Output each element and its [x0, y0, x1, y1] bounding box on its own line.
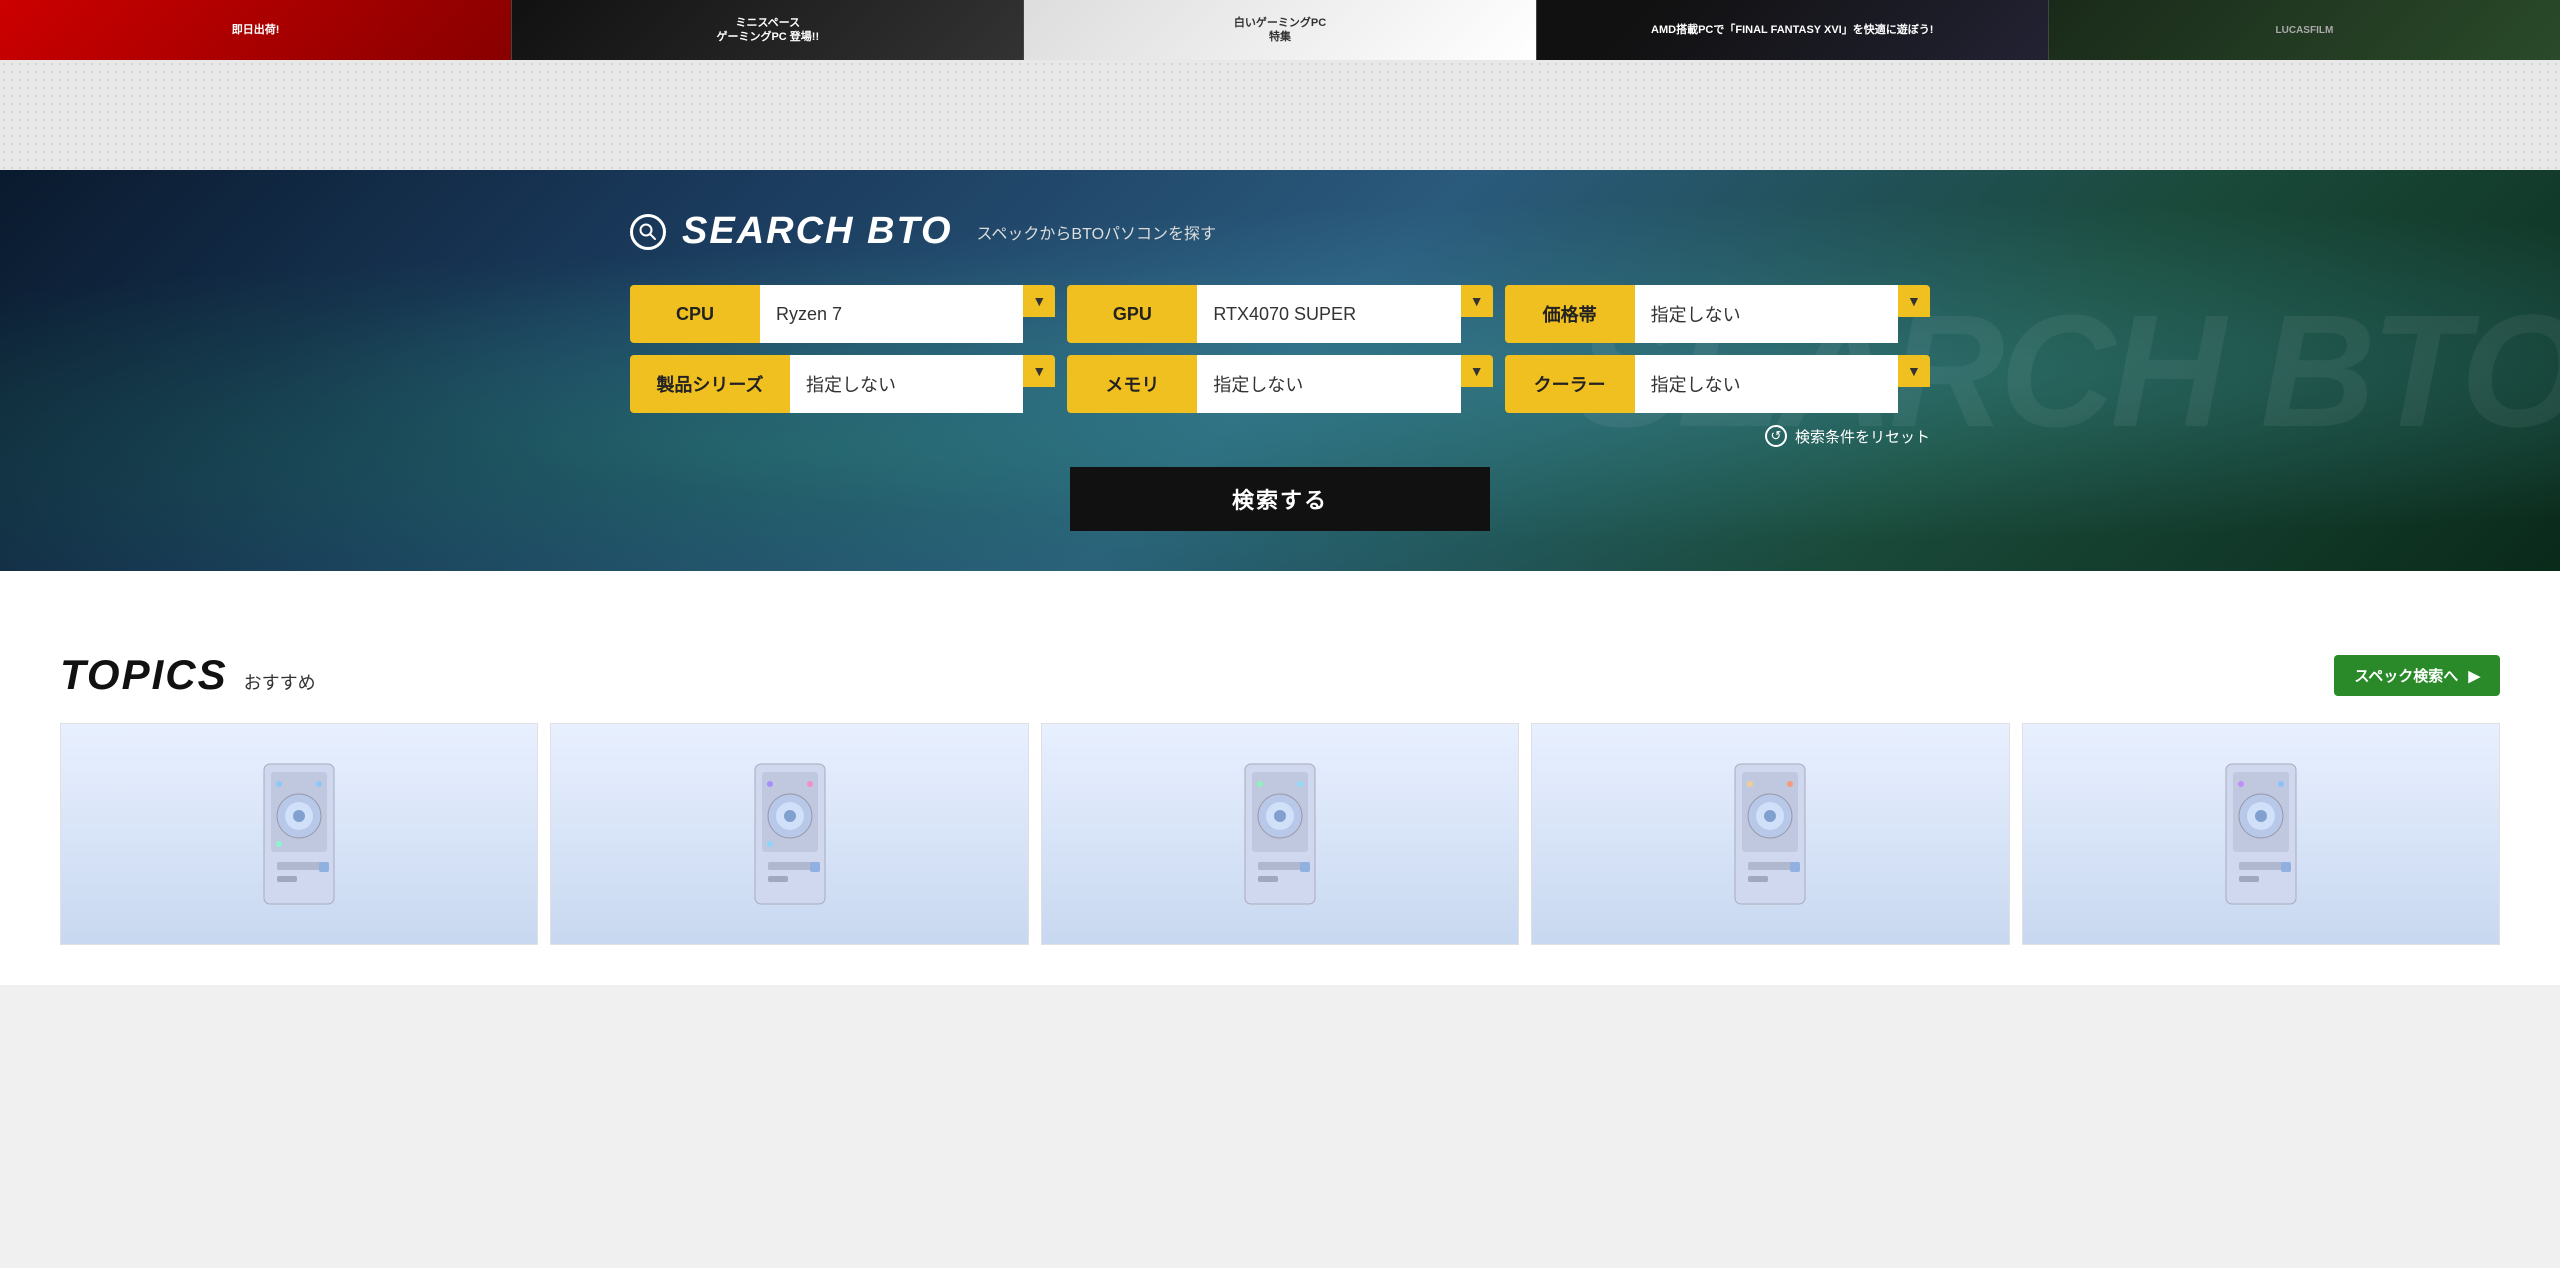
- topics-title-group: TOPICS おすすめ: [60, 651, 316, 699]
- product-card-5[interactable]: [2022, 723, 2500, 945]
- memory-dropdown-arrow[interactable]: ▼: [1461, 355, 1493, 387]
- banner-4[interactable]: AMD搭載PCで「FINAL FANTASY XVI」を快適に遊ぼう!: [1537, 0, 2049, 60]
- cooler-filter-group[interactable]: クーラー 指定しない ▼: [1505, 355, 1930, 413]
- reset-row: ↺ 検索条件をリセット: [630, 425, 1930, 447]
- products-row: [60, 723, 2500, 945]
- cpu-label: CPU: [630, 285, 760, 343]
- banner-2[interactable]: ミニスペースゲーミングPC 登場!!: [512, 0, 1024, 60]
- gpu-dropdown-arrow[interactable]: ▼: [1461, 285, 1493, 317]
- gpu-label: GPU: [1067, 285, 1197, 343]
- banner-4-text: AMD搭載PCで「FINAL FANTASY XVI」を快適に遊ぼう!: [1647, 19, 1937, 41]
- reset-label: 検索条件をリセット: [1795, 426, 1930, 447]
- search-icon: [630, 214, 666, 250]
- cpu-filter-group[interactable]: CPU Ryzen 7 ▼: [630, 285, 1055, 343]
- memory-label: メモリ: [1067, 355, 1197, 413]
- white-spacer: [0, 571, 2560, 651]
- spec-search-label: スペック検索へ: [2354, 668, 2458, 685]
- spec-search-button[interactable]: スペック検索へ ▶: [2334, 655, 2500, 696]
- banner-5-text: LUCASFILM: [2272, 20, 2338, 41]
- memory-select-wrapper[interactable]: 指定しない: [1197, 355, 1460, 413]
- cpu-value: Ryzen 7: [776, 304, 1007, 325]
- price-filter-group[interactable]: 価格帯 指定しない ▼: [1505, 285, 1930, 343]
- topics-title: TOPICS: [60, 651, 228, 699]
- spacer: [0, 60, 2560, 170]
- series-select-wrapper[interactable]: 指定しない: [790, 355, 1023, 413]
- gpu-select-wrapper[interactable]: RTX4070 SUPER: [1197, 285, 1460, 343]
- banner-3-text: 白いゲーミングPC特集: [1230, 12, 1330, 49]
- search-bto-content: SEARCH BTO スペックからBTOパソコンを探す CPU Ryzen 7 …: [630, 210, 1930, 531]
- cooler-value: 指定しない: [1651, 371, 1882, 397]
- search-bto-section: SEARCH BTO SEARCH BTO スペックからBTOパソコンを探す C…: [0, 170, 2560, 571]
- product-card-1[interactable]: [60, 723, 538, 945]
- topics-header: TOPICS おすすめ スペック検索へ ▶: [60, 651, 2500, 699]
- product-card-4[interactable]: [1531, 723, 2009, 945]
- product-card-2-img: [551, 724, 1027, 944]
- banner-1[interactable]: 即日出荷!: [0, 0, 512, 60]
- cooler-label: クーラー: [1505, 355, 1635, 413]
- filter-row-1: CPU Ryzen 7 ▼ GPU RTX4070 SUPER ▼ 価格帯 指定…: [630, 285, 1930, 343]
- product-card-2[interactable]: [550, 723, 1028, 945]
- price-dropdown-arrow[interactable]: ▼: [1898, 285, 1930, 317]
- product-card-3[interactable]: [1041, 723, 1519, 945]
- cooler-select-wrapper[interactable]: 指定しない: [1635, 355, 1898, 413]
- banner-1-text: 即日出荷!: [228, 19, 284, 41]
- search-bto-header: SEARCH BTO スペックからBTOパソコンを探す: [630, 210, 1930, 253]
- banner-5[interactable]: LUCASFILM: [2049, 0, 2560, 60]
- product-card-4-img: [1532, 724, 2008, 944]
- series-filter-group[interactable]: 製品シリーズ 指定しない ▼: [630, 355, 1055, 413]
- price-label: 価格帯: [1505, 285, 1635, 343]
- search-bto-title: SEARCH BTO: [682, 210, 953, 253]
- banner-3[interactable]: 白いゲーミングPC特集: [1024, 0, 1536, 60]
- spec-search-arrow-icon: ▶: [2468, 668, 2480, 685]
- reset-icon: ↺: [1765, 425, 1787, 447]
- memory-value: 指定しない: [1213, 371, 1444, 397]
- cpu-dropdown-arrow[interactable]: ▼: [1023, 285, 1055, 317]
- gpu-filter-group[interactable]: GPU RTX4070 SUPER ▼: [1067, 285, 1492, 343]
- cpu-select-wrapper[interactable]: Ryzen 7: [760, 285, 1023, 343]
- price-select-wrapper[interactable]: 指定しない: [1635, 285, 1898, 343]
- gpu-value: RTX4070 SUPER: [1213, 304, 1444, 325]
- series-dropdown-arrow[interactable]: ▼: [1023, 355, 1055, 387]
- search-button-row: 検索する: [630, 467, 1930, 531]
- filter-row-2: 製品シリーズ 指定しない ▼ メモリ 指定しない ▼ クーラー 指定しない: [630, 355, 1930, 413]
- topics-section: TOPICS おすすめ スペック検索へ ▶: [0, 651, 2560, 985]
- search-bto-subtitle: スペックからBTOパソコンを探す: [977, 220, 1216, 244]
- product-card-5-img: [2023, 724, 2499, 944]
- product-card-1-img: [61, 724, 537, 944]
- reset-link[interactable]: ↺ 検索条件をリセット: [1765, 425, 1930, 447]
- series-label: 製品シリーズ: [630, 355, 790, 413]
- series-value: 指定しない: [806, 371, 1007, 397]
- banner-strip: 即日出荷! ミニスペースゲーミングPC 登場!! 白いゲーミングPC特集 AMD…: [0, 0, 2560, 60]
- topics-subtitle: おすすめ: [244, 669, 316, 695]
- product-card-3-img: [1042, 724, 1518, 944]
- banner-2-text: ミニスペースゲーミングPC 登場!!: [712, 12, 823, 49]
- price-value: 指定しない: [1651, 301, 1882, 327]
- cooler-dropdown-arrow[interactable]: ▼: [1898, 355, 1930, 387]
- memory-filter-group[interactable]: メモリ 指定しない ▼: [1067, 355, 1492, 413]
- search-button[interactable]: 検索する: [1070, 467, 1490, 531]
